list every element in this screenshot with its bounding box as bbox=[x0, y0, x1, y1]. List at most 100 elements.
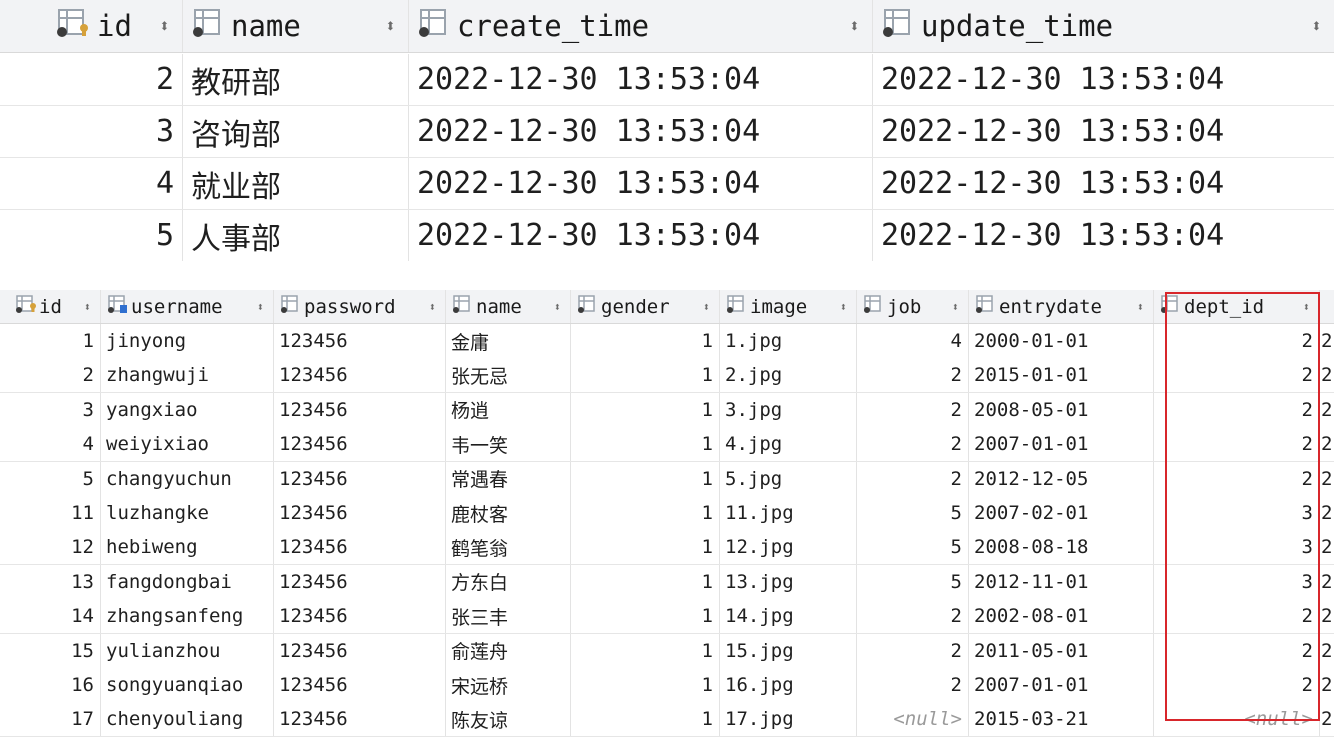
cell-gender[interactable]: 1 bbox=[571, 702, 720, 737]
sort-icon[interactable]: ⬍ bbox=[849, 16, 860, 37]
cell-password[interactable]: 123456 bbox=[274, 564, 446, 599]
cell-next-column[interactable]: 2 bbox=[1320, 634, 1334, 668]
cell-gender[interactable]: 1 bbox=[571, 392, 720, 427]
cell-next-column[interactable]: 2 bbox=[1320, 702, 1334, 736]
table-row[interactable]: 2 zhangwuji 123456 张无忌 1 2.jpg 2 2015-01-01 2 2 bbox=[0, 358, 1334, 394]
cell-job[interactable]: 2 bbox=[857, 599, 969, 634]
cell-dept-id[interactable]: 2 bbox=[1154, 324, 1320, 358]
cell-job[interactable]: 2 bbox=[857, 668, 969, 702]
cell-job[interactable]: 5 bbox=[857, 530, 969, 565]
column-header-entrydate[interactable]: entrydate ⬍ bbox=[969, 290, 1154, 323]
sort-icon[interactable]: ⬍ bbox=[1303, 300, 1310, 314]
cell-name[interactable]: 人事部 bbox=[183, 210, 409, 261]
table-row[interactable]: 16 songyuanqiao 123456 宋远桥 1 16.jpg 2 2007-01-0… bbox=[0, 668, 1334, 703]
cell-next-column[interactable]: 2 bbox=[1320, 324, 1334, 358]
cell-id[interactable]: 12 bbox=[0, 530, 101, 565]
cell-entrydate[interactable]: 2008-08-18 bbox=[969, 530, 1154, 565]
cell-image[interactable]: 15.jpg bbox=[720, 633, 857, 668]
cell-username[interactable]: luzhangke bbox=[101, 496, 274, 530]
cell-next-column[interactable]: 2 bbox=[1320, 393, 1334, 427]
cell-image[interactable]: 11.jpg bbox=[720, 496, 857, 530]
cell-next-column[interactable]: 2 bbox=[1320, 462, 1334, 496]
cell-next-column[interactable]: 2 bbox=[1320, 599, 1334, 633]
cell-dept-id[interactable]: 2 bbox=[1154, 633, 1320, 668]
sort-icon[interactable]: ⬍ bbox=[952, 300, 959, 314]
sort-icon[interactable]: ⬍ bbox=[703, 300, 710, 314]
cell-gender[interactable]: 1 bbox=[571, 496, 720, 530]
cell-password[interactable]: 123456 bbox=[274, 427, 446, 462]
cell-dept-id[interactable]: 3 bbox=[1154, 564, 1320, 599]
cell-entrydate[interactable]: 2000-01-01 bbox=[969, 324, 1154, 358]
cell-next-column[interactable]: 2 bbox=[1320, 565, 1334, 599]
column-header-dept-id[interactable]: dept_id ⬍ bbox=[1154, 290, 1320, 323]
cell-id[interactable]: 5 bbox=[0, 461, 101, 496]
table-row[interactable]: 4 就业部 2022-12-30 13:53:04 2022-12-30 13:… bbox=[0, 158, 1334, 211]
cell-gender[interactable]: 1 bbox=[571, 599, 720, 634]
cell-id[interactable]: 5 bbox=[0, 210, 183, 261]
column-header-id[interactable]: id ⬍ bbox=[0, 290, 101, 323]
table-row[interactable]: 5 changyuchun 123456 常遇春 1 5.jpg 2 2012-12-05 2 2 bbox=[0, 461, 1334, 497]
cell-job[interactable]: 2 bbox=[857, 392, 969, 427]
cell-entrydate[interactable]: 2015-01-01 bbox=[969, 358, 1154, 393]
cell-dept-id[interactable]: 2 bbox=[1154, 599, 1320, 634]
sort-icon[interactable]: ⬍ bbox=[554, 300, 561, 314]
sort-icon[interactable]: ⬍ bbox=[1137, 300, 1144, 314]
cell-id[interactable]: 14 bbox=[0, 599, 101, 634]
cell-job[interactable]: 2 bbox=[857, 427, 969, 462]
cell-name[interactable]: 就业部 bbox=[183, 158, 409, 209]
cell-dept-id[interactable]: 2 bbox=[1154, 668, 1320, 702]
cell-name[interactable]: 张三丰 bbox=[446, 599, 571, 634]
cell-gender[interactable]: 1 bbox=[571, 358, 720, 393]
cell-username[interactable]: zhangwuji bbox=[101, 358, 274, 393]
cell-image[interactable]: 1.jpg bbox=[720, 324, 857, 358]
cell-image[interactable]: 12.jpg bbox=[720, 530, 857, 565]
cell-username[interactable]: changyuchun bbox=[101, 461, 274, 496]
table-row[interactable]: 12 hebiweng 123456 鹤笔翁 1 12.jpg 5 2008-08-18 3 2 bbox=[0, 530, 1334, 566]
cell-name[interactable]: 金庸 bbox=[446, 324, 571, 358]
cell-name[interactable]: 俞莲舟 bbox=[446, 633, 571, 668]
cell-id[interactable]: 15 bbox=[0, 633, 101, 668]
cell-name[interactable]: 鹤笔翁 bbox=[446, 530, 571, 565]
cell-dept-id[interactable]: 2 bbox=[1154, 392, 1320, 427]
table-row[interactable]: 17 chenyouliang 123456 陈友谅 1 17.jpg <null> 2015… bbox=[0, 702, 1334, 738]
cell-entrydate[interactable]: 2015-03-21 bbox=[969, 702, 1154, 737]
cell-next-column[interactable]: 2 bbox=[1320, 427, 1334, 461]
cell-job[interactable]: 2 bbox=[857, 633, 969, 668]
column-header-username[interactable]: username ⬍ bbox=[101, 290, 274, 323]
table-row[interactable]: 3 yangxiao 123456 杨逍 1 3.jpg 2 2008-05-01 2 2 bbox=[0, 392, 1334, 428]
cell-id[interactable]: 17 bbox=[0, 702, 101, 737]
cell-entrydate[interactable]: 2002-08-01 bbox=[969, 599, 1154, 634]
cell-image[interactable]: 16.jpg bbox=[720, 668, 857, 702]
cell-dept-id[interactable]: 2 bbox=[1154, 461, 1320, 496]
table-row[interactable]: 1 jinyong 123456 金庸 1 1.jpg 4 2000-01-01 2 2 bbox=[0, 324, 1334, 359]
cell-username[interactable]: yulianzhou bbox=[101, 633, 274, 668]
cell-name[interactable]: 常遇春 bbox=[446, 461, 571, 496]
cell-next-column[interactable]: 2 bbox=[1320, 496, 1334, 530]
sort-icon[interactable]: ⬍ bbox=[257, 300, 264, 314]
cell-update-time[interactable]: 2022-12-30 13:53:04 bbox=[873, 106, 1334, 157]
cell-dept-id[interactable]: 2 bbox=[1154, 427, 1320, 462]
cell-username[interactable]: weiyixiao bbox=[101, 427, 274, 462]
cell-gender[interactable]: 1 bbox=[571, 564, 720, 599]
cell-password[interactable]: 123456 bbox=[274, 358, 446, 393]
sort-icon[interactable]: ⬍ bbox=[84, 300, 91, 314]
cell-image[interactable]: 13.jpg bbox=[720, 564, 857, 599]
cell-username[interactable]: zhangsanfeng bbox=[101, 599, 274, 634]
cell-id[interactable]: 16 bbox=[0, 668, 101, 702]
cell-name[interactable]: 方东白 bbox=[446, 564, 571, 599]
cell-update-time[interactable]: 2022-12-30 13:53:04 bbox=[873, 54, 1334, 105]
sort-icon[interactable]: ⬍ bbox=[429, 300, 436, 314]
cell-job[interactable]: 5 bbox=[857, 564, 969, 599]
column-header-update-time[interactable]: update_time ⬍ bbox=[873, 0, 1334, 52]
cell-dept-id[interactable]: <null> bbox=[1154, 702, 1320, 737]
column-header-id[interactable]: id ⬍ bbox=[0, 0, 183, 52]
cell-username[interactable]: jinyong bbox=[101, 324, 274, 358]
cell-id[interactable]: 4 bbox=[0, 427, 101, 462]
cell-job[interactable]: <null> bbox=[857, 702, 969, 737]
cell-username[interactable]: chenyouliang bbox=[101, 702, 274, 737]
cell-image[interactable]: 3.jpg bbox=[720, 392, 857, 427]
cell-id[interactable]: 4 bbox=[0, 158, 183, 209]
cell-job[interactable]: 4 bbox=[857, 324, 969, 358]
sort-icon[interactable]: ⬍ bbox=[1311, 16, 1322, 37]
column-header-name[interactable]: name ⬍ bbox=[446, 290, 571, 323]
